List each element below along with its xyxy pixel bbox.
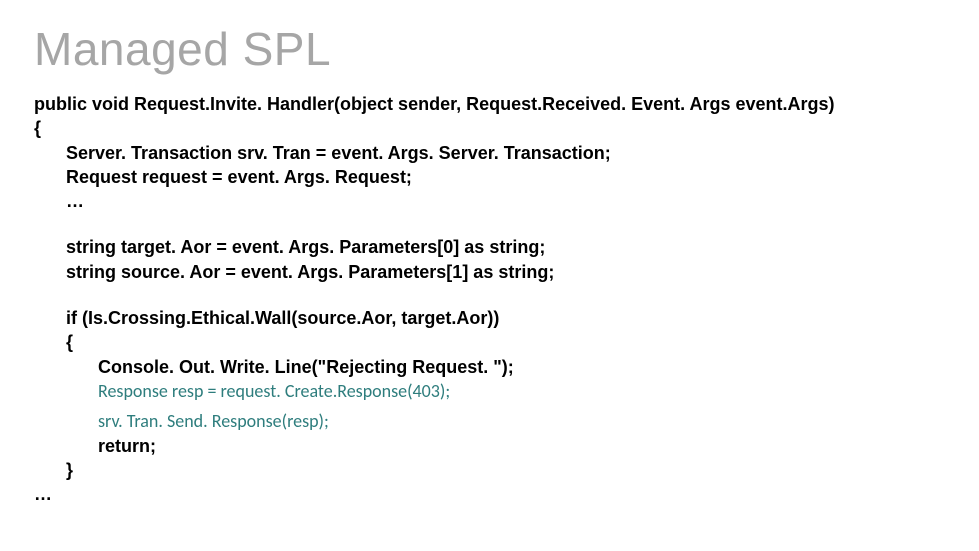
code-line-open-brace: { [34, 116, 945, 140]
code-block: public void Request.Invite. Handler(obje… [34, 92, 945, 506]
code-line-send-response: srv. Tran. Send. Response(resp); [34, 409, 945, 433]
code-line-response-create: Response resp = request. Create.Response… [34, 379, 945, 403]
code-line-signature: public void Request.Invite. Handler(obje… [34, 92, 945, 116]
slide-title: Managed SPL [34, 22, 945, 76]
code-line-ellipsis-1: … [34, 189, 945, 213]
code-line-if-condition: if (Is.Crossing.Ethical.Wall(source.Aor,… [34, 306, 945, 330]
code-line-target-aor: string target. Aor = event. Args. Parame… [34, 235, 945, 259]
code-line-return: return; [34, 434, 945, 458]
code-line-ellipsis-2: … [34, 482, 945, 506]
code-line-console-out: Console. Out. Write. Line("Rejecting Req… [34, 355, 945, 379]
code-line-inner-open-brace: { [34, 330, 945, 354]
code-line-inner-close-brace: } [34, 458, 945, 482]
code-line-request: Request request = event. Args. Request; [34, 165, 945, 189]
code-line-server-transaction: Server. Transaction srv. Tran = event. A… [34, 141, 945, 165]
code-line-source-aor: string source. Aor = event. Args. Parame… [34, 260, 945, 284]
